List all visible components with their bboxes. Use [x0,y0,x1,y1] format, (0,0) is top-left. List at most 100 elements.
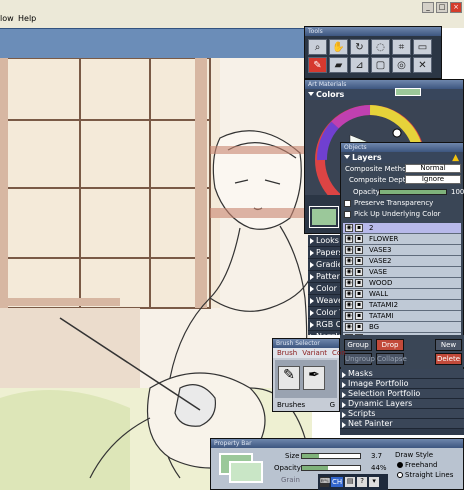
lock-icon[interactable]: ▪ [355,257,363,265]
masks-item[interactable]: Masks [340,369,464,379]
close-button[interactable]: × [450,2,462,13]
lock-icon[interactable]: ▪ [355,235,363,243]
layer-row-flower[interactable]: ◉ ▪ FLOWER [343,234,461,245]
freehand-radio[interactable] [397,462,403,468]
group-button[interactable]: Group [344,339,372,351]
drop-button[interactable]: Drop [376,339,404,351]
eye-icon[interactable]: ◉ [345,279,353,287]
eye-icon[interactable]: ◉ [345,290,353,298]
layers-header[interactable]: Layers [341,152,463,163]
layer-row-wall[interactable]: ◉ ▪ WALL [343,289,461,300]
transform-icon[interactable]: ✕ [413,57,432,73]
delete-layer-button[interactable]: Delete [435,353,462,365]
current-color-chip[interactable] [395,88,421,96]
composite-method-select[interactable]: Normal [405,164,461,173]
crop-icon[interactable]: ⌗ [392,39,411,55]
dynamic-layers-item[interactable]: Dynamic Layers [340,399,464,409]
art-materials-title[interactable]: Art Materials [305,80,463,89]
patterns-item[interactable]: Pattern [308,271,344,283]
brush-selector-title[interactable]: Brush Selector [273,339,339,348]
rotate-icon[interactable]: ↻ [350,39,369,55]
clone-icon[interactable]: ◎ [392,57,411,73]
minimize-button[interactable]: _ [422,2,434,13]
brush-icon[interactable]: ✎ [308,57,327,73]
eye-icon[interactable]: ◉ [345,224,353,232]
layer-row-vase2[interactable]: ◉ ▪ VASE2 [343,256,461,267]
objects-title[interactable]: Objects [341,143,463,152]
grabber-icon[interactable]: ✋ [329,39,348,55]
eye-icon[interactable]: ◉ [345,312,353,320]
dropper-icon[interactable]: ⊿ [350,57,369,73]
weaves-item[interactable]: Weave [308,295,344,307]
help-icon[interactable]: ? [357,477,368,487]
eye-icon[interactable]: ◉ [345,268,353,276]
maximize-button[interactable]: □ [436,2,448,13]
layer-row-vase3[interactable]: ◉ ▪ VASE3 [343,245,461,256]
straight-lines-option[interactable]: Straight Lines [397,471,453,479]
language-indicator[interactable]: CH [331,477,344,487]
rectangle-icon[interactable]: ▭ [413,39,432,55]
size-slider[interactable] [301,453,361,459]
property-secondary-color[interactable] [229,461,263,483]
brush-tab[interactable]: Brush [277,348,297,358]
main-color-swatch[interactable] [309,206,339,228]
layer-row-tatami2[interactable]: ◉ ▪ TATAMI2 [343,300,461,311]
layer-row-vase[interactable]: ◉ ▪ VASE [343,267,461,278]
selection-portfolio-item[interactable]: Selection Portfolio [340,389,464,399]
keyboard-icon[interactable]: ▤ [345,477,356,487]
lock-icon[interactable]: ▪ [355,246,363,254]
straight-lines-radio[interactable] [397,472,403,478]
preserve-transparency-checkbox[interactable] [344,199,351,207]
layer-row-bg[interactable]: ◉ ▪ BG [343,322,461,333]
image-portfolio-item[interactable]: Image Portfolio [340,379,464,389]
lock-icon[interactable]: ▪ [355,268,363,276]
content-tab[interactable]: Con [332,348,346,358]
pick-up-underlying-color-checkbox[interactable] [344,210,351,218]
brush-variant-icon[interactable]: ✒ [303,366,325,390]
menu-item-window[interactable]: low [0,14,14,23]
rgb-color-item[interactable]: RGB C [308,319,344,331]
brush-category-icon[interactable]: ✎ [278,366,300,390]
eye-icon[interactable]: ◉ [345,235,353,243]
looks-item[interactable]: Looks [308,235,344,247]
color-variability-item[interactable]: Color V [308,307,344,319]
lock-icon[interactable]: ▪ [355,301,363,309]
composite-depth-select[interactable]: Ignore [405,175,461,184]
color-sets-item[interactable]: Color S [308,283,344,295]
menu-item-help[interactable]: Help [18,14,36,23]
brush-footer-right[interactable]: G [330,401,335,409]
colors-header[interactable]: Colors [305,89,463,100]
lock-icon[interactable]: ▪ [355,290,363,298]
options-icon[interactable]: ▾ [369,477,380,487]
layer-row-2[interactable]: ◉ ▪ 2 [343,223,461,234]
gradients-item[interactable]: Gradie [308,259,344,271]
magnifier-icon[interactable]: ⌕ [308,39,327,55]
lock-icon[interactable]: ▪ [355,224,363,232]
new-layer-button[interactable]: New [435,339,462,351]
drawing-canvas[interactable] [0,58,312,490]
selection-icon[interactable]: ▢ [371,57,390,73]
paint-bucket-icon[interactable]: ▰ [329,57,348,73]
ime-icon[interactable]: ⌨ [320,477,330,487]
opacity-slider[interactable] [301,465,361,471]
ungroup-button[interactable]: Ungroup [344,353,375,365]
eye-icon[interactable]: ◉ [345,301,353,309]
collapse-button[interactable]: Collapse [376,353,407,365]
papers-item[interactable]: Papers [308,247,344,259]
lasso-icon[interactable]: ◌ [371,39,390,55]
preserve-transparency-row[interactable]: Preserve Transparency [341,198,433,208]
layer-opacity-slider[interactable] [379,189,447,195]
freehand-option[interactable]: Freehand [397,461,437,469]
brushes-label[interactable]: Brushes [277,401,305,409]
toolbox-title[interactable]: Tools [305,27,441,36]
eye-icon[interactable]: ◉ [345,257,353,265]
layer-row-wood[interactable]: ◉ ▪ WOOD [343,278,461,289]
pick-up-underlying-color-row[interactable]: Pick Up Underlying Color [341,209,441,219]
net-painter-item[interactable]: Net Painter [340,419,464,429]
lock-icon[interactable]: ▪ [355,279,363,287]
variant-tab[interactable]: Variant [302,348,327,358]
lock-icon[interactable]: ▪ [355,323,363,331]
scripts-item[interactable]: Scripts [340,409,464,419]
lock-icon[interactable]: ▪ [355,312,363,320]
eye-icon[interactable]: ◉ [345,246,353,254]
